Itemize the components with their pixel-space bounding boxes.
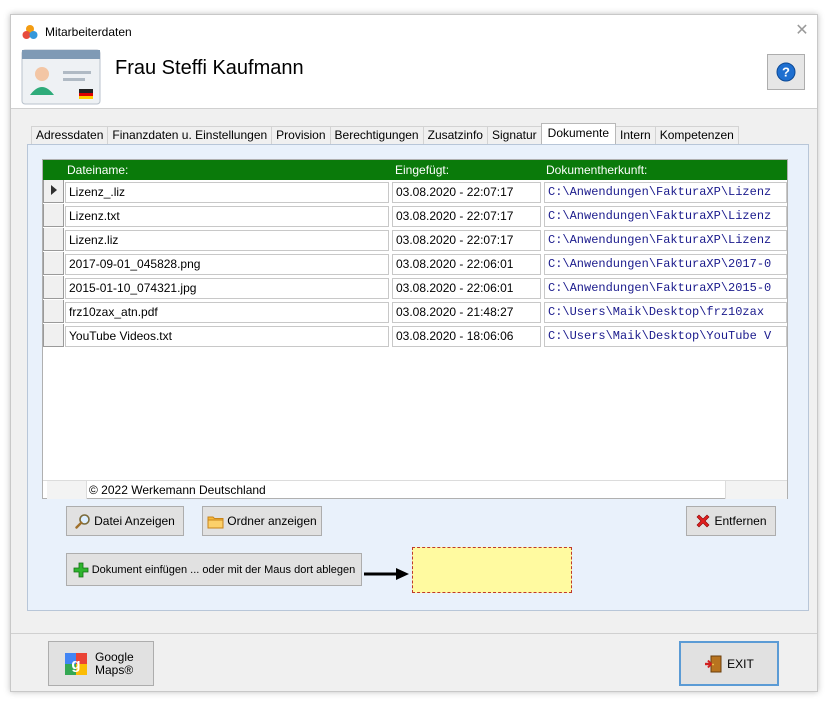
cell-filename[interactable]: Lizenz_.liz [65,182,389,203]
grid-footer: © 2022 Werkemann Deutschland [43,480,787,499]
arrow-right-icon [364,568,409,580]
tabs-area: Adressdaten Finanzdaten u. Einstellungen… [11,110,817,617]
tab-finanzdaten[interactable]: Finanzdaten u. Einstellungen [107,126,273,144]
employee-window: Mitarbeiterdaten ✕ Frau Steffi Kaufmann … [10,14,818,692]
table-row[interactable]: YouTube Videos.txt 03.08.2020 - 18:06:06… [43,324,787,348]
footer-spacer [725,481,787,499]
close-icon: ✕ [795,22,809,39]
cell-inserted[interactable]: 03.08.2020 - 22:07:17 [392,230,541,251]
red-x-icon [697,514,710,528]
open-folder-button[interactable]: Ordner anzeigen [202,506,322,536]
exit-button[interactable]: EXIT [679,641,779,686]
svg-text:g: g [71,656,80,673]
help-button[interactable]: ? [767,54,805,90]
exit-door-icon [705,655,722,672]
exit-label: EXIT [727,656,754,671]
folder-icon [207,516,224,528]
grid-header: Dateiname: Eingefügt: Dokumentherkunft: [43,160,787,180]
row-selector[interactable] [43,300,64,323]
google-maps-label-line1: Google [95,649,134,664]
remove-label: Entfernen [714,514,767,528]
row-selector[interactable] [43,228,64,251]
cell-origin[interactable]: C:\Users\Maik\Desktop\frz10zax [544,302,787,323]
id-card-icon [21,49,101,105]
table-row[interactable]: Lizenz_.liz 03.08.2020 - 22:07:17 C:\Anw… [43,180,787,204]
cell-inserted[interactable]: 03.08.2020 - 22:07:17 [392,182,541,203]
document-drop-zone[interactable] [412,547,572,593]
tab-zusatzinfo[interactable]: Zusatzinfo [422,126,488,144]
cell-filename[interactable]: frz10zax_atn.pdf [65,302,389,323]
remove-button[interactable]: Entfernen [686,506,776,536]
cell-filename[interactable]: YouTube Videos.txt [65,326,389,347]
documents-panel: Dateiname: Eingefügt: Dokumentherkunft: … [27,144,809,611]
app-logo-icon [22,25,38,39]
cell-filename[interactable]: Lizenz.txt [65,206,389,227]
tab-signatur[interactable]: Signatur [486,126,542,144]
svg-text:?: ? [782,65,790,80]
tab-adressdaten[interactable]: Adressdaten [31,126,109,144]
close-button[interactable]: ✕ [791,21,813,41]
google-maps-button[interactable]: g Google Maps® [48,641,154,686]
google-maps-label-line2: Maps® [95,662,134,677]
cell-origin[interactable]: C:\Anwendungen\FakturaXP\Lizenz [544,206,787,227]
tab-berechtigungen[interactable]: Berechtigungen [329,126,424,144]
table-row[interactable]: 2017-09-01_045828.png 03.08.2020 - 22:06… [43,252,787,276]
row-selector[interactable] [43,252,64,275]
row-selector[interactable] [43,204,64,227]
table-row[interactable]: frz10zax_atn.pdf 03.08.2020 - 21:48:27 C… [43,300,787,324]
help-icon: ? [776,62,796,82]
add-document-button[interactable]: Dokument einfügen ... oder mit der Maus … [66,553,362,586]
table-row[interactable]: Lizenz.liz 03.08.2020 - 22:07:17 C:\Anwe… [43,228,787,252]
window-title: Mitarbeiterdaten [45,25,132,39]
row-selector[interactable] [43,276,64,299]
column-header-inserted[interactable]: Eingefügt: [395,163,449,177]
magnifier-icon [75,514,90,529]
title-bar: Mitarbeiterdaten ✕ [11,15,817,47]
row-selector[interactable] [43,180,64,203]
employee-header: Frau Steffi Kaufmann ? [11,47,817,109]
cell-inserted[interactable]: 03.08.2020 - 22:07:17 [392,206,541,227]
footer-spacer [47,481,87,499]
open-file-label: Datei Anzeigen [94,514,175,528]
cell-filename[interactable]: Lizenz.liz [65,230,389,251]
table-row[interactable]: Lizenz.txt 03.08.2020 - 22:07:17 C:\Anwe… [43,204,787,228]
tab-intern[interactable]: Intern [615,126,656,144]
cell-filename[interactable]: 2017-09-01_045828.png [65,254,389,275]
table-row[interactable]: 2015-01-10_074321.jpg 03.08.2020 - 22:06… [43,276,787,300]
open-file-button[interactable]: Datei Anzeigen [66,506,184,536]
cell-origin[interactable]: C:\Anwendungen\FakturaXP\2017-0 [544,254,787,275]
copyright-text: © 2022 Werkemann Deutschland [89,483,266,497]
cell-origin[interactable]: C:\Users\Maik\Desktop\YouTube V [544,326,787,347]
add-document-label: Dokument einfügen ... oder mit der Maus … [91,563,356,576]
tab-provision[interactable]: Provision [271,126,331,144]
employee-name: Frau Steffi Kaufmann [115,57,304,79]
cell-origin[interactable]: C:\Anwendungen\FakturaXP\Lizenz [544,230,787,251]
tab-dokumente[interactable]: Dokumente [540,123,617,144]
cell-filename[interactable]: 2015-01-10_074321.jpg [65,278,389,299]
cell-inserted[interactable]: 03.08.2020 - 21:48:27 [392,302,541,323]
cell-origin[interactable]: C:\Anwendungen\FakturaXP\Lizenz [544,182,787,203]
cell-origin[interactable]: C:\Anwendungen\FakturaXP\2015-0 [544,278,787,299]
google-maps-label: Google Maps® [95,649,134,677]
column-header-filename[interactable]: Dateiname: [67,163,128,177]
cell-inserted[interactable]: 03.08.2020 - 18:06:06 [392,326,541,347]
row-selector[interactable] [43,324,64,347]
open-folder-label: Ordner anzeigen [227,514,317,528]
cell-inserted[interactable]: 03.08.2020 - 22:06:01 [392,254,541,275]
tab-kompetenzen[interactable]: Kompetenzen [654,126,739,144]
green-plus-icon [73,562,89,577]
google-icon: g [65,652,87,675]
column-header-origin[interactable]: Dokumentherkunft: [546,163,647,177]
tab-strip: Adressdaten Finanzdaten u. Einstellungen… [31,123,739,144]
cell-inserted[interactable]: 03.08.2020 - 22:06:01 [392,278,541,299]
documents-grid[interactable]: Dateiname: Eingefügt: Dokumentherkunft: … [42,159,788,499]
bottom-bar: g Google Maps® EXIT [11,633,817,691]
